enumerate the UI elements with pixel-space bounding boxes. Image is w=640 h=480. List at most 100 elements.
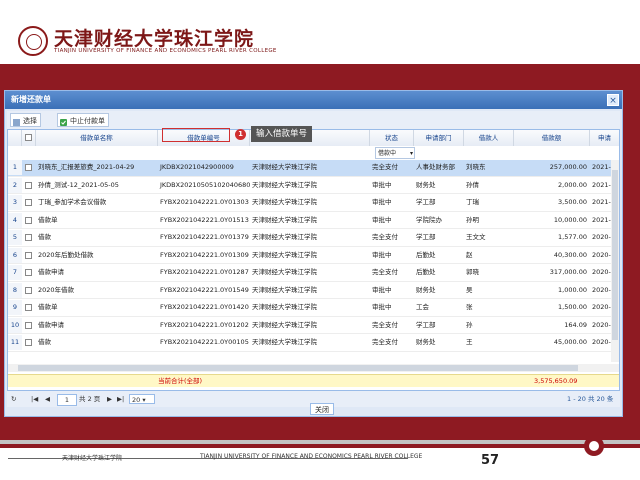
close-button[interactable]: 关闭 — [310, 403, 334, 415]
loan-number-highlight — [162, 128, 230, 142]
column-header-2[interactable]: 借款单名称 — [36, 130, 158, 146]
row-select-cell[interactable] — [22, 335, 36, 350]
table-row[interactable]: 5 借款 FYBX2021042221.0Y01379 天津财经大学珠江学院 完全支付 学… — [8, 230, 619, 247]
table-row[interactable]: 9 借款单 FYBX2021042221.0Y01420 天津财经大学珠江学院 审批中 工… — [8, 300, 619, 317]
next-page-icon[interactable]: ▶ — [107, 391, 112, 407]
dialog-title: 新增还款单 — [5, 91, 622, 109]
page-size-select[interactable]: 20 ▾ — [129, 394, 155, 404]
row-checkbox[interactable] — [25, 164, 32, 171]
check-icon — [60, 117, 67, 126]
column-header-8[interactable]: 借款额 — [514, 130, 590, 146]
cell-dept: 学工部 — [416, 233, 436, 241]
horizontal-scrollbar[interactable] — [8, 364, 619, 372]
last-page-icon[interactable]: ▶| — [117, 391, 124, 407]
table-row[interactable]: 3 丁瑞_参加学术会议借款 FYBX2021042221.0Y01303 天津财经大学… — [8, 195, 619, 212]
stop-payment-button-label: 中止付款单 — [70, 117, 105, 125]
cell-amount: 3,500.00 — [558, 198, 587, 206]
status-filter-select[interactable]: 借款中 ▾ — [375, 147, 415, 159]
cell-code: FYBX2021042221.0Y01549 — [160, 285, 249, 294]
cell-amount: 1,577.00 — [558, 233, 587, 241]
table-row[interactable]: 1 刘晓东_汇报差旅费_2021-04-29 JKDBX2021042900009 天… — [8, 160, 619, 177]
select-all-checkbox[interactable] — [25, 134, 32, 141]
cell-unit: 天津财经大学珠江学院 — [252, 285, 317, 294]
cell-amount: 45,000.00 — [553, 338, 587, 346]
row-checkbox[interactable] — [25, 216, 32, 224]
refresh-icon[interactable]: ↻ — [11, 391, 16, 407]
filter-row: 借款中 ▾ — [8, 146, 619, 161]
loan-grid: 借款单名称 借款单编号 状态 申请部门 借款人 借款额 申请 借款中 ▾ 1 刘晓东_汇报差旅… — [7, 129, 620, 391]
table-row[interactable]: 8 2020年借款 FYBX2021042221.0Y01549 天津财经大学珠江学院… — [8, 282, 619, 299]
record-range: 1 - 20 共 20 条 — [567, 395, 614, 403]
cell-person: 孙倩 — [466, 180, 479, 189]
cell-amount: 1,000.00 — [558, 285, 587, 294]
cell-dept: 学工部 — [416, 320, 436, 329]
row-select-cell[interactable] — [22, 318, 36, 333]
repayment-dialog: 新增还款单 × 选择 中止付款单 借款单名称 借款单编号 状态 申请部门 借款人 借款额申… — [4, 90, 623, 417]
column-header-7[interactable]: 借款人 — [464, 130, 514, 146]
row-checkbox[interactable] — [25, 234, 32, 241]
row-checkbox[interactable] — [25, 199, 32, 206]
table-row[interactable]: 4 借款单 FYBX2021042221.0Y01513 天津财经大学珠江学院 审批中 学… — [8, 212, 619, 229]
row-select-cell[interactable] — [22, 265, 36, 280]
row-checkbox[interactable] — [25, 304, 32, 311]
summary-label: 当前合计(全部) — [158, 377, 203, 385]
row-select-cell[interactable] — [22, 230, 36, 245]
page-size-value: 20 — [132, 396, 141, 404]
row-select-cell[interactable] — [22, 195, 36, 210]
cell-unit: 天津财经大学珠江学院 — [252, 180, 317, 189]
row-select-cell[interactable] — [22, 160, 36, 175]
row-checkbox[interactable] — [25, 181, 32, 189]
prev-page-icon[interactable]: ◀ — [45, 391, 50, 407]
first-page-icon[interactable]: |◀ — [31, 391, 38, 407]
cell-code: JKDBX2021050510204068000 — [160, 180, 250, 189]
table-row[interactable]: 6 2020年后勤处借款 FYBX2021042221.0Y01309 天津财经大学珠… — [8, 247, 619, 264]
cell-name: 借款单 — [38, 303, 58, 311]
cell-person: 刘晓东 — [466, 163, 486, 171]
table-row[interactable]: 11 借款 FYBX2021042221.0Y00105 天津财经大学珠江学院 完全支付… — [8, 335, 619, 352]
row-checkbox[interactable] — [25, 286, 32, 294]
column-header-1[interactable] — [22, 130, 36, 146]
column-header-9[interactable]: 申请 — [590, 130, 619, 146]
table-row[interactable]: 10 借款申请 FYBX2021042221.0Y01202 天津财经大学珠江学院 完全… — [8, 317, 619, 334]
cell-unit: 天津财经大学珠江学院 — [252, 338, 317, 346]
close-icon[interactable]: × — [607, 94, 619, 106]
cell-n: 11 — [8, 335, 22, 350]
row-select-cell[interactable] — [22, 248, 36, 263]
cell-person: 郭晓 — [466, 268, 479, 276]
cell-amount: 257,000.00 — [549, 163, 587, 171]
cell-status: 完全支付 — [372, 268, 398, 276]
cell-name: 2020年借款 — [38, 285, 75, 294]
band-stripe — [0, 440, 640, 444]
callout-number: 1 — [235, 129, 246, 140]
row-checkbox[interactable] — [25, 269, 32, 276]
cell-n: 9 — [8, 300, 22, 315]
vertical-scrollbar[interactable] — [611, 160, 619, 362]
chevron-down-icon: ▾ — [409, 150, 413, 157]
cell-person: 赵 — [466, 250, 473, 259]
row-checkbox[interactable] — [25, 339, 32, 346]
cell-dept: 财务处 — [416, 285, 436, 294]
row-checkbox[interactable] — [25, 321, 32, 329]
page-number-input[interactable]: 1 — [57, 394, 77, 406]
table-row[interactable]: 7 借款申请 FYBX2021042221.0Y01287 天津财经大学珠江学院 完全支… — [8, 265, 619, 282]
cell-name: 孙倩_测试-12_2021-05-05 — [38, 180, 119, 189]
select-button-label: 选择 — [23, 117, 37, 125]
cell-unit: 天津财经大学珠江学院 — [252, 163, 317, 171]
cell-n: 6 — [8, 247, 22, 263]
column-header-0[interactable] — [8, 130, 22, 146]
row-select-cell[interactable] — [22, 213, 36, 228]
table-row[interactable]: 2 孙倩_测试-12_2021-05-05 JKDBX202105051020406… — [8, 177, 619, 194]
cell-code: JKDBX2021042900009 — [160, 163, 234, 171]
column-header-6[interactable]: 申请部门 — [414, 130, 464, 146]
cell-dept: 工会 — [416, 303, 429, 311]
row-select-cell[interactable] — [22, 300, 36, 315]
row-checkbox[interactable] — [25, 251, 32, 259]
footer-college-cn: 天津财经大学珠江学院 — [62, 455, 123, 462]
row-select-cell[interactable] — [22, 283, 36, 298]
stop-payment-button[interactable]: 中止付款单 — [57, 113, 109, 127]
college-seal-icon — [18, 26, 48, 56]
cell-name: 借款 — [38, 233, 51, 241]
select-button[interactable]: 选择 — [10, 113, 41, 127]
row-select-cell[interactable] — [22, 178, 36, 193]
column-header-5[interactable]: 状态 — [370, 130, 414, 146]
